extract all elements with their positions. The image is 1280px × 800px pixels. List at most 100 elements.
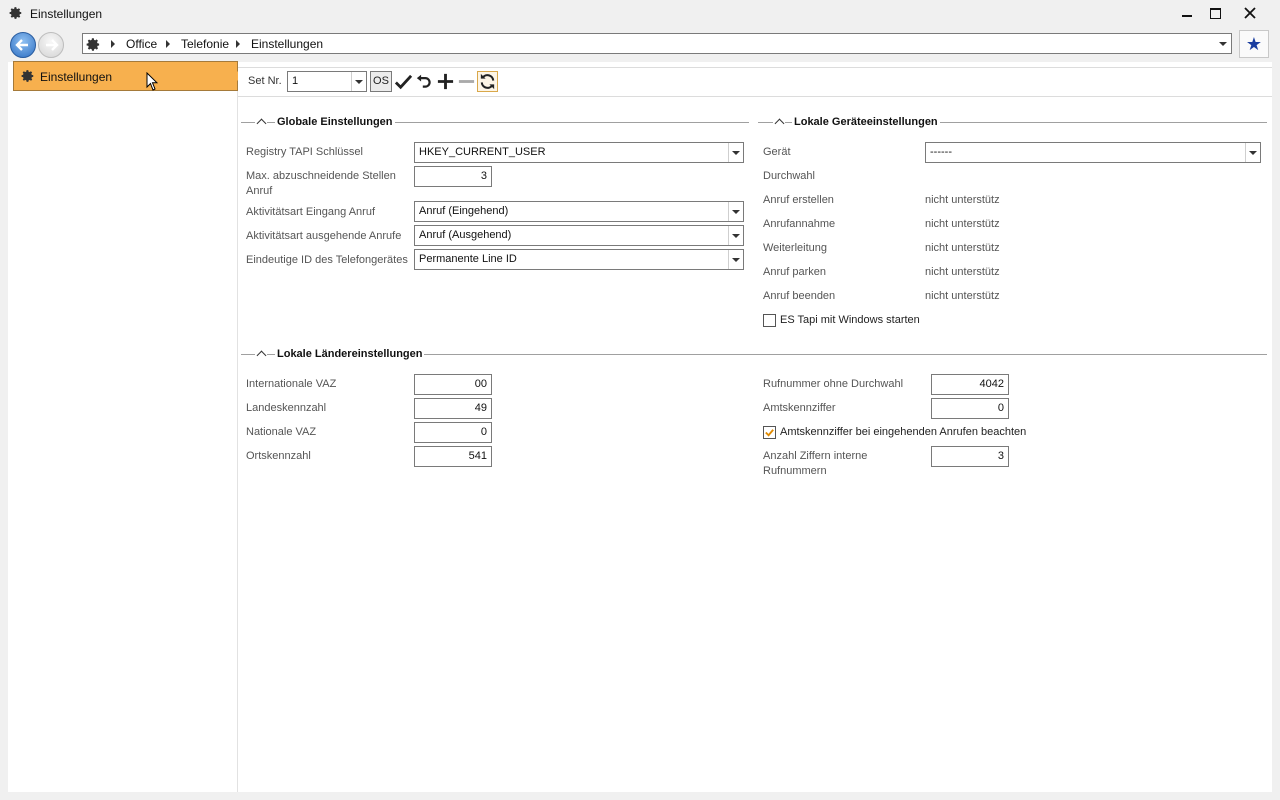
field-label: Aktivitätsart ausgehende Anrufe [246,230,402,242]
close-button[interactable] [1236,3,1264,23]
base-number-input[interactable]: 4042 [931,374,1009,395]
address-dropdown-button[interactable] [1219,42,1227,46]
set-dropdown-button[interactable] [351,72,366,91]
field-label: Landeskennzahl [246,402,327,414]
set-label: Set Nr. [248,75,282,87]
window-frame [0,792,1280,800]
feature-label: Anruf beenden [763,290,836,302]
minus-icon[interactable] [457,72,476,91]
outgoing-activity-select[interactable]: Anruf (Ausgehend) [414,225,744,246]
field-label: Ortskennzahl [246,450,311,462]
feature-label: Anruf parken [763,266,826,278]
national-prefix-input[interactable]: 0 [414,422,492,443]
collapse-device-button[interactable] [773,115,785,129]
star-icon: ★ [1245,33,1263,54]
feature-value: nicht unterstütz [925,194,1000,206]
chevron-up-icon [256,118,267,129]
chevron-down-icon [732,209,740,214]
device-id-value: Permanente Line ID [419,253,517,265]
window-frame [0,62,8,800]
sidebar-item-label: Einstellungen [40,70,113,84]
chevron-down-icon [732,257,740,262]
field-label: Rufnummer ohne Durchwahl [763,378,904,390]
registry-tapi-value: HKEY_CURRENT_USER [419,146,546,158]
field-label: Nationale VAZ [246,426,317,438]
gear-icon [21,70,34,82]
incoming-activity-dropdown[interactable] [728,202,743,221]
chevron-up-icon [774,118,785,129]
trunk-code-checkbox[interactable] [763,426,776,439]
plus-icon[interactable] [436,72,455,91]
feature-label: Anrufannahme [763,218,836,230]
field-label: Durchwahl [763,170,815,182]
device-value: ------ [930,146,952,158]
forward-button[interactable] [38,32,64,58]
field-label: Amtskennziffer [763,402,836,414]
os-button[interactable]: OS [370,71,392,92]
trunk-code-checkbox-label: Amtskennziffer bei eingehenden Anrufen b… [780,426,1027,438]
collapse-country-button[interactable] [255,347,267,361]
collapse-global-button[interactable] [255,115,267,129]
registry-tapi-select[interactable]: HKEY_CURRENT_USER [414,142,744,163]
country-code-input[interactable]: 49 [414,398,492,419]
chevron-down-icon [732,233,740,238]
device-id-dropdown[interactable] [728,250,743,269]
refresh-icon [480,73,495,90]
checkmark-icon [765,429,774,437]
check-icon[interactable] [394,72,413,91]
section-title-global: Globale Einstellungen [275,116,395,128]
incoming-activity-value: Anruf (Eingehend) [419,205,509,217]
field-label: Aktivitätsart Eingang Anruf [246,206,376,218]
chevron-down-icon [355,79,363,84]
breadcrumb-separator-icon [111,40,115,48]
field-label: Max. abzuschneidende Stellen [246,170,396,182]
field-label: Anzahl Ziffern interne [763,450,868,462]
autostart-checkbox[interactable] [763,314,776,327]
set-value: 1 [292,75,299,87]
autostart-label: ES Tapi mit Windows starten [780,314,920,326]
mouse-cursor-icon [146,72,158,91]
minimize-icon [1182,15,1192,17]
breadcrumb-einstellungen[interactable]: Einstellungen [251,37,323,51]
gear-icon [9,7,22,19]
max-digits-input[interactable]: 3 [414,166,492,187]
field-label: Rufnummern [763,465,827,477]
area-code-input[interactable]: 541 [414,446,492,467]
refresh-button[interactable] [477,71,498,92]
section-title-device: Lokale Geräteeinstellungen [792,116,940,128]
breadcrumb-telefonie[interactable]: Telefonie [181,37,229,51]
gear-icon [86,38,100,51]
field-label: Internationale VAZ [246,378,337,390]
undo-icon[interactable] [416,72,433,91]
minimize-button[interactable] [1173,3,1201,23]
field-label: Gerät [763,146,791,158]
outgoing-activity-dropdown[interactable] [728,226,743,245]
outgoing-activity-value: Anruf (Ausgehend) [419,229,512,241]
section-title-country: Lokale Ländereinstellungen [275,348,425,360]
favorite-button[interactable]: ★ [1239,30,1269,58]
international-prefix-input[interactable]: 00 [414,374,492,395]
back-arrow-icon [15,39,28,51]
registry-tapi-dropdown[interactable] [728,143,743,162]
device-dropdown[interactable] [1245,143,1260,162]
window-title: Einstellungen [30,7,103,21]
feature-value: nicht unterstütz [925,218,1000,230]
device-id-select[interactable]: Permanente Line ID [414,249,744,270]
back-button[interactable] [10,32,36,58]
device-select[interactable]: ------ [925,142,1261,163]
breadcrumb-office[interactable]: Office [126,37,157,51]
window-frame [1272,62,1280,800]
chevron-down-icon [732,150,740,155]
close-icon [1244,7,1256,19]
feature-value: nicht unterstütz [925,290,1000,302]
field-label: Registry TAPI Schlüssel [246,146,363,158]
feature-label: Weiterleitung [763,242,827,254]
chevron-up-icon [256,350,267,361]
internal-digits-input[interactable]: 3 [931,446,1009,467]
breadcrumb-separator-icon [236,40,240,48]
field-label: Eindeutige ID des Telefongerätes [246,254,408,266]
incoming-activity-select[interactable]: Anruf (Eingehend) [414,201,744,222]
trunk-code-input[interactable]: 0 [931,398,1009,419]
title-bar [0,0,1280,27]
maximize-button[interactable] [1201,3,1229,23]
